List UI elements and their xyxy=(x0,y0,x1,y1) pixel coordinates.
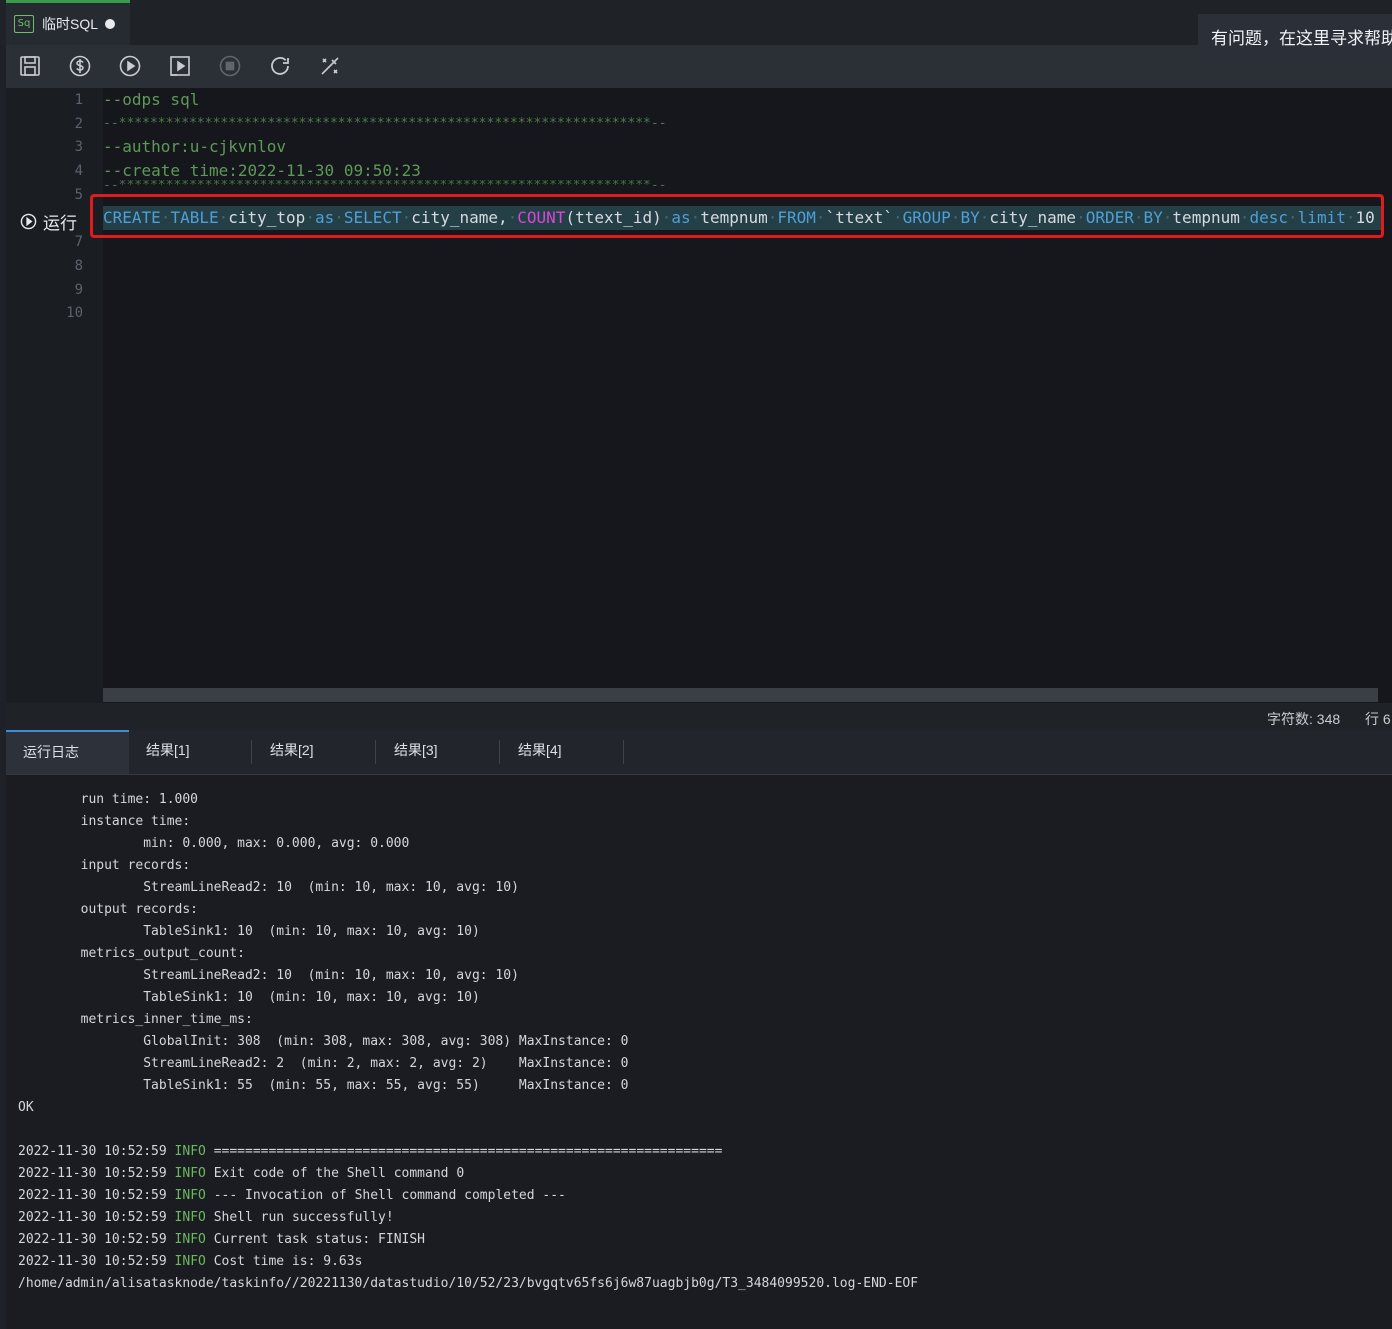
code-line-2: --**************************************… xyxy=(103,112,667,136)
run-icon[interactable] xyxy=(118,54,142,78)
tab-result-2[interactable]: 结果[2] xyxy=(253,740,376,764)
stop-icon[interactable] xyxy=(218,54,242,78)
unsaved-dot-icon xyxy=(105,19,115,29)
log-line: TableSink1: 10 (min: 10, max: 10, avg: 1… xyxy=(18,987,480,1009)
log-level: INFO xyxy=(175,1232,206,1247)
sql-editor[interactable]: 1 2 3 4 5 运行 7 8 9 10 --odps sql --*****… xyxy=(6,88,1392,703)
log-line: StreamLineRead2: 10 (min: 10, max: 10, a… xyxy=(18,877,519,899)
code-line-5: --**************************************… xyxy=(103,180,667,192)
run-line-icon xyxy=(20,213,37,230)
refresh-icon[interactable] xyxy=(268,54,292,78)
code-line-3: --author:u-cjkvnlov xyxy=(103,135,286,159)
run-advanced-icon[interactable] xyxy=(168,54,192,78)
log-line: 2022-11-30 10:52:59 INFO Shell run succe… xyxy=(18,1207,394,1229)
log-line: GlobalInit: 308 (min: 308, max: 308, avg… xyxy=(18,1031,628,1053)
log-message: Exit code of the Shell command 0 xyxy=(214,1166,464,1181)
log-level: INFO xyxy=(175,1210,206,1225)
log-timestamp: 2022-11-30 10:52:59 xyxy=(18,1144,167,1159)
result-tabs: 运行日志 结果[1] 结果[2] 结果[3] 结果[4] xyxy=(6,730,1392,775)
log-line: 2022-11-30 10:52:59 INFO Cost time is: 9… xyxy=(18,1251,362,1273)
code-area[interactable]: --odps sql --***************************… xyxy=(103,88,1384,688)
log-line-path: /home/admin/alisatasknode/taskinfo//2022… xyxy=(18,1273,918,1295)
line-number: 7 xyxy=(23,230,83,254)
log-line: output records: xyxy=(18,899,198,921)
log-timestamp: 2022-11-30 10:52:59 xyxy=(18,1166,167,1181)
log-message: ========================================… xyxy=(214,1144,723,1159)
file-tab-title: 临时SQL xyxy=(42,14,98,34)
tab-run-log[interactable]: 运行日志 xyxy=(6,730,129,774)
log-line: input records: xyxy=(18,855,190,877)
log-message: Shell run successfully! xyxy=(214,1210,394,1225)
sql-file-icon: Sq xyxy=(14,15,34,33)
editor-tab-bar: Sq 临时SQL xyxy=(0,0,1392,45)
log-line: 2022-11-30 10:52:59 INFO ===============… xyxy=(18,1141,722,1163)
log-line: run time: 1.000 xyxy=(18,789,198,811)
log-line: metrics_output_count: xyxy=(18,943,245,965)
save-icon[interactable] xyxy=(18,54,42,78)
log-line: metrics_inner_time_ms: xyxy=(18,1009,253,1031)
tab-result-3[interactable]: 结果[3] xyxy=(377,740,500,764)
editor-toolbar xyxy=(6,45,1392,88)
log-level: INFO xyxy=(175,1254,206,1269)
log-line: min: 0.000, max: 0.000, avg: 0.000 xyxy=(18,833,409,855)
line-number: 10 xyxy=(23,301,83,325)
line-number: 4 xyxy=(23,159,83,183)
log-timestamp: 2022-11-30 10:52:59 xyxy=(18,1210,167,1225)
log-line: 2022-11-30 10:52:59 INFO Current task st… xyxy=(18,1229,425,1251)
log-line: OK xyxy=(18,1097,34,1119)
char-count: 字符数: 348 xyxy=(1267,709,1340,729)
line-number: 8 xyxy=(23,254,83,278)
log-level: INFO xyxy=(175,1166,206,1181)
log-timestamp: 2022-11-30 10:52:59 xyxy=(18,1254,167,1269)
highlight-annotation-box xyxy=(90,194,1384,238)
log-line: TableSink1: 55 (min: 55, max: 55, avg: 5… xyxy=(18,1075,628,1097)
log-level: INFO xyxy=(175,1144,206,1159)
line-number-gutter: 1 2 3 4 5 运行 7 8 9 10 xyxy=(6,88,103,703)
format-icon[interactable] xyxy=(318,54,342,78)
cost-estimate-icon[interactable] xyxy=(68,54,92,78)
cursor-position: 行 6 xyxy=(1365,709,1391,729)
log-line: StreamLineRead2: 2 (min: 2, max: 2, avg:… xyxy=(18,1053,628,1075)
line-number: 5 xyxy=(23,183,83,207)
tab-result-4[interactable]: 结果[4] xyxy=(501,740,624,764)
tab-result-1[interactable]: 结果[1] xyxy=(129,740,252,764)
horizontal-scrollbar[interactable] xyxy=(103,688,1378,702)
file-tab-temp-sql[interactable]: Sq 临时SQL xyxy=(6,0,130,45)
help-banner[interactable]: 有问题，在这里寻求帮助 xyxy=(1198,14,1392,63)
log-line: 2022-11-30 10:52:59 INFO --- Invocation … xyxy=(18,1185,566,1207)
line-number: 2 xyxy=(23,112,83,136)
log-message: Current task status: FINISH xyxy=(214,1232,425,1247)
run-log-panel[interactable]: run time: 1.000 instance time: min: 0.00… xyxy=(6,775,1392,1329)
code-line-1: --odps sql xyxy=(103,88,199,112)
line-number: 1 xyxy=(23,88,83,112)
log-line: StreamLineRead2: 10 (min: 10, max: 10, a… xyxy=(18,965,519,987)
line-number: 9 xyxy=(23,278,83,302)
log-line: TableSink1: 10 (min: 10, max: 10, avg: 1… xyxy=(18,921,480,943)
log-level: INFO xyxy=(175,1188,206,1203)
log-line: 2022-11-30 10:52:59 INFO Exit code of th… xyxy=(18,1163,464,1185)
log-message: Cost time is: 9.63s xyxy=(214,1254,363,1269)
line-number: 3 xyxy=(23,135,83,159)
log-message: --- Invocation of Shell command complete… xyxy=(214,1188,566,1203)
log-timestamp: 2022-11-30 10:52:59 xyxy=(18,1232,167,1247)
log-timestamp: 2022-11-30 10:52:59 xyxy=(18,1188,167,1203)
editor-status-bar: 字符数: 348 行 6 xyxy=(6,703,1392,730)
log-line: instance time: xyxy=(18,811,190,833)
